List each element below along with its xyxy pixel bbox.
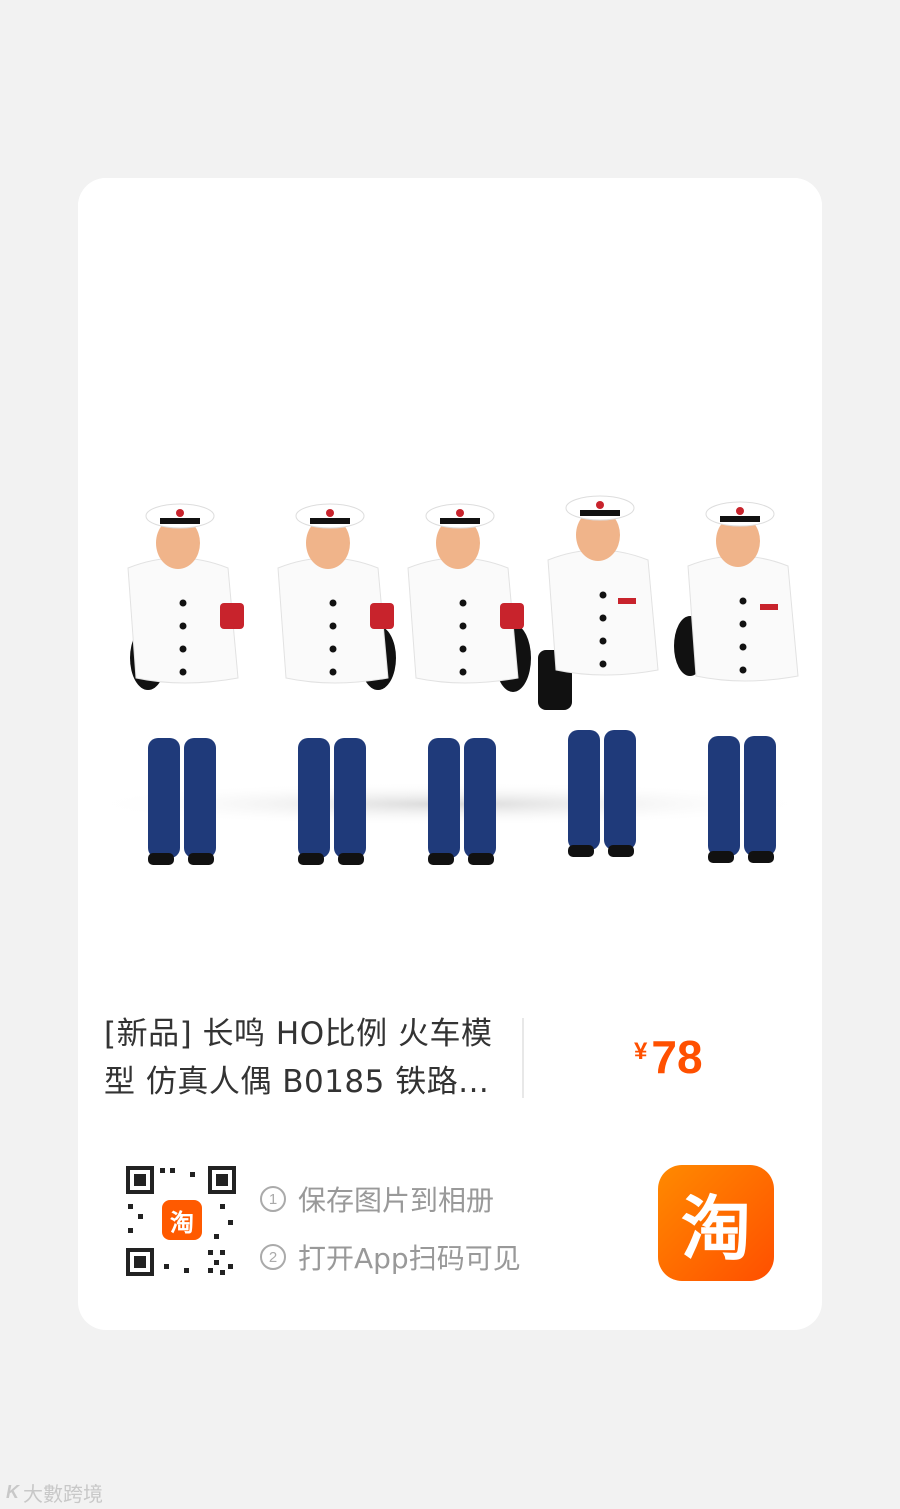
figurines-illustration xyxy=(80,495,820,865)
product-title[interactable]: [新品] 长鸣 HO比例 火车模型 仿真人偶 B0185 铁路... xyxy=(104,1010,514,1106)
step-text: 保存图片到相册 xyxy=(298,1184,495,1217)
watermark-logo-icon: K xyxy=(6,1482,19,1502)
divider xyxy=(522,1018,524,1098)
currency-symbol: ¥ xyxy=(634,1038,648,1065)
step-number: 2 xyxy=(260,1244,286,1270)
step-number: 1 xyxy=(260,1186,286,1212)
product-price: ¥78 xyxy=(634,1030,703,1084)
instruction-step: 2 打开App扫码可见 xyxy=(260,1228,521,1286)
price-value: 78 xyxy=(651,1031,703,1083)
watermark-text: 大數跨境 xyxy=(23,1482,103,1506)
watermark: K 大數跨境 xyxy=(6,1478,103,1507)
taobao-logo-char: 淘 xyxy=(681,1187,751,1270)
qr-badge-label: 淘 xyxy=(170,1208,194,1237)
share-instructions: 1 保存图片到相册 2 打开App扫码可见 xyxy=(260,1170,521,1286)
taobao-logo-icon[interactable]: 淘 xyxy=(658,1165,774,1281)
share-card: [新品] 长鸣 HO比例 火车模型 仿真人偶 B0185 铁路... ¥78 淘… xyxy=(78,178,822,1330)
instruction-step: 1 保存图片到相册 xyxy=(260,1170,521,1228)
qr-code[interactable]: 淘 xyxy=(124,1164,238,1278)
step-text: 打开App扫码可见 xyxy=(298,1242,521,1275)
product-image[interactable] xyxy=(78,178,822,998)
